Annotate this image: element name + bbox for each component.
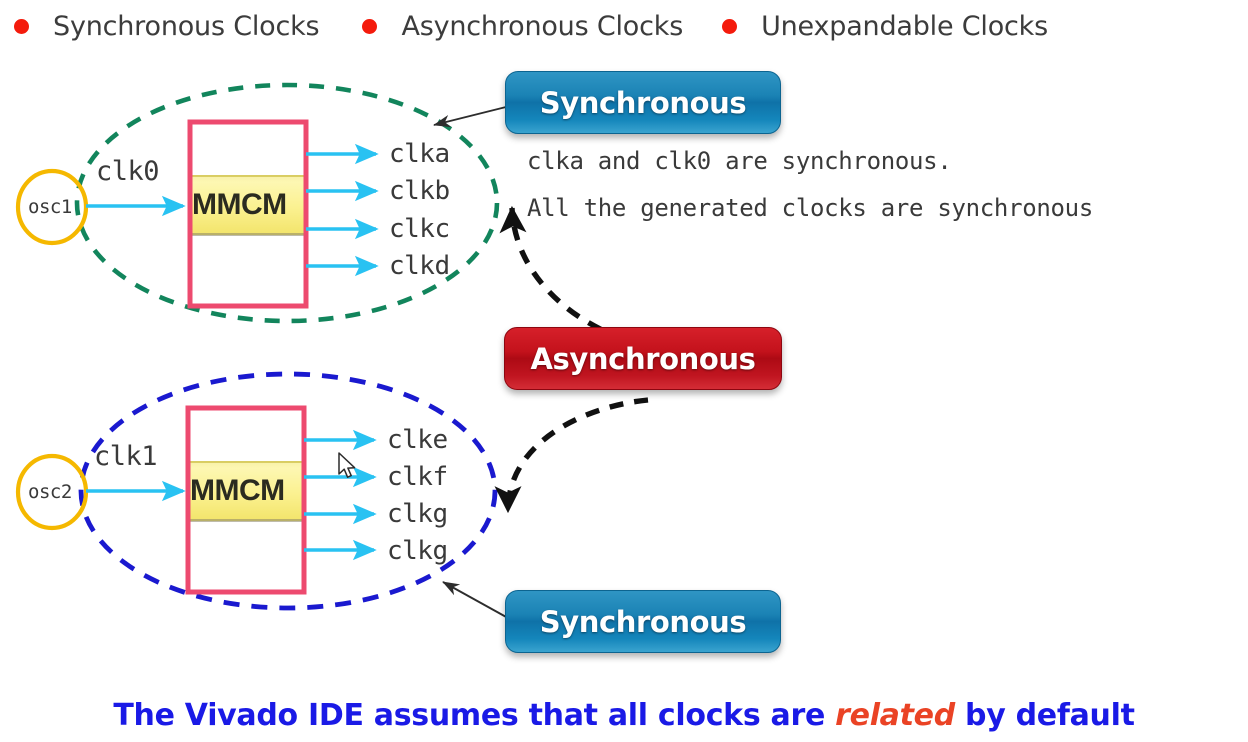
oscillator-osc2-label: osc2 bbox=[28, 481, 72, 503]
callout-label: Synchronous bbox=[539, 604, 747, 639]
header-item-synchronous-clocks: Synchronous Clocks bbox=[14, 10, 320, 42]
callout-synchronous-top[interactable]: Synchronous bbox=[505, 71, 781, 134]
callout-label: Asynchronous bbox=[530, 341, 756, 376]
header-bullet-row: Synchronous Clocks Asynchronous Clocks U… bbox=[0, 0, 1248, 52]
output-label-clkb: clkb bbox=[389, 176, 450, 206]
output-label-clke: clke bbox=[387, 425, 448, 455]
header-item-label: Unexpandable Clocks bbox=[761, 10, 1048, 42]
mouse-cursor-icon bbox=[338, 452, 356, 478]
caption-part-2: by default bbox=[954, 698, 1135, 733]
oscillator-osc1-label: osc1 bbox=[28, 196, 72, 218]
mmcm-block-top-label: MMCM bbox=[192, 188, 287, 221]
output-label-clkd: clkd bbox=[389, 251, 450, 281]
header-item-label: Asynchronous Clocks bbox=[401, 10, 684, 42]
input-clock-label-clk1: clk1 bbox=[94, 441, 158, 472]
output-label-clkc: clkc bbox=[389, 214, 450, 244]
output-label-clkf: clkf bbox=[387, 462, 448, 492]
callout-label: Synchronous bbox=[539, 85, 747, 120]
header-item-asynchronous-clocks: Asynchronous Clocks bbox=[362, 11, 683, 42]
input-clock-label-clk0: clk0 bbox=[96, 156, 160, 187]
output-label-clka: clka bbox=[389, 139, 450, 169]
header-item-unexpandable-clocks: Unexpandable Clocks bbox=[722, 11, 1048, 42]
output-label-clkg-2: clkg bbox=[387, 536, 448, 566]
callout-asynchronous[interactable]: Asynchronous bbox=[504, 327, 782, 390]
note-line-1: clka and clk0 are synchronous. bbox=[527, 147, 952, 175]
mmcm-block-bottom-label: MMCM bbox=[190, 474, 285, 507]
caption-part-1: The Vivado IDE assumes that all clocks a… bbox=[113, 698, 836, 733]
header-item-label: Synchronous Clocks bbox=[53, 10, 320, 42]
output-label-clkg-1: clkg bbox=[387, 499, 448, 529]
asynchronous-connector-lower bbox=[494, 397, 649, 514]
leader-line-synchronous-bottom bbox=[442, 581, 509, 619]
caption-emphasis-related: related bbox=[835, 698, 955, 733]
note-line-2: All the generated clocks are synchronous bbox=[527, 194, 1093, 222]
bullet-icon bbox=[14, 18, 29, 34]
bullet-icon bbox=[362, 18, 378, 34]
callout-synchronous-bottom[interactable]: Synchronous bbox=[505, 590, 781, 653]
leader-line-synchronous-top bbox=[433, 106, 507, 128]
page-caption: The Vivado IDE assumes that all clocks a… bbox=[0, 698, 1248, 733]
bullet-icon bbox=[722, 18, 738, 34]
asynchronous-connector-upper bbox=[499, 205, 649, 348]
